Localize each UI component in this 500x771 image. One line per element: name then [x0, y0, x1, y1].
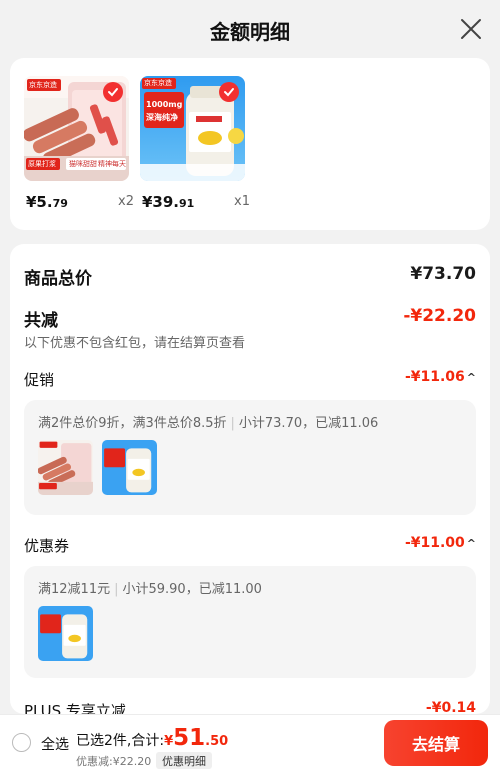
chevron-up-icon: ^: [466, 371, 476, 384]
product-item[interactable]: 京东京造 1000mg 深海纯净 ¥39.91 x1: [140, 76, 250, 211]
snack-product-image: [38, 440, 93, 495]
discount-note: 以下优惠不包含红包，请在结算页查看: [24, 336, 246, 351]
product-brand-label: 京东京造: [29, 81, 57, 89]
page-title: 金额明细: [210, 20, 290, 44]
promotion-product-thumbnail[interactable]: [38, 440, 93, 495]
promotion-row[interactable]: 促销 -¥11.06 ^: [24, 369, 476, 389]
product-quantity: x2: [118, 194, 134, 209]
coupon-value: -¥11.00 ^: [404, 535, 476, 551]
goods-total-row: 商品总价 ¥73.70: [24, 264, 476, 289]
goods-total-label: 商品总价: [24, 269, 92, 289]
product-tag: 猫咪甜甜: [69, 160, 97, 168]
promotion-label: 促销: [24, 371, 55, 389]
product-item[interactable]: 京东京造 原果打浆 猫咪甜甜 精神每天 ¥5.79 x2: [24, 76, 134, 211]
promotion-description: 满2件总价9折，满3件总价8.5折 | 小计73.70，已减11.06: [38, 416, 379, 431]
coupon-product-thumbnail[interactable]: [38, 606, 93, 661]
product-price: ¥5.79: [26, 193, 68, 211]
total-reduction-value: -¥22.20: [403, 306, 476, 326]
price-detail-card: 商品总价 ¥73.70 共减 -¥22.20 以下优惠不包含红包，请在结算页查看…: [10, 244, 490, 714]
product-brand-label: 京东京造: [144, 79, 172, 87]
promotion-value: -¥11.06 ^: [404, 369, 476, 385]
coupon-details: 满12减11元 | 小计59.90，已减11.00: [24, 566, 476, 678]
product-price: ¥39.91: [142, 193, 195, 211]
product-tag: 深海纯净: [146, 113, 178, 122]
selected-check-icon: [103, 82, 123, 102]
select-all-radio[interactable]: [12, 733, 31, 752]
discount-detail-button[interactable]: 优惠明细: [156, 752, 212, 769]
products-card: 京东京造 原果打浆 猫咪甜甜 精神每天 ¥5.79 x2 京东京造 1000mg…: [10, 58, 490, 230]
total-amount: ¥51.50: [164, 725, 229, 751]
checkout-button[interactable]: 去结算: [384, 720, 488, 766]
plus-discount-value: -¥0.14: [425, 700, 476, 714]
product-tag: 原果打浆: [28, 160, 56, 168]
discount-total: 优惠减:¥22.20: [76, 755, 152, 768]
fish-oil-product-image: [38, 606, 93, 661]
coupon-row[interactable]: 优惠券 -¥11.00 ^: [24, 535, 476, 555]
total-reduction-label: 共减: [24, 311, 58, 331]
plus-discount-row: PLUS 专享立减 -¥0.14: [24, 700, 476, 714]
selected-count: 已选2件,合计:: [76, 733, 165, 749]
goods-total-value: ¥73.70: [410, 264, 476, 284]
product-tag: 1000mg: [146, 100, 183, 109]
product-thumbnail[interactable]: 京东京造 原果打浆 猫咪甜甜 精神每天: [24, 76, 129, 181]
promotion-product-thumbnail[interactable]: [102, 440, 157, 495]
order-total: 已选2件,合计:¥51.50: [76, 725, 228, 751]
header: 金额明细: [0, 0, 500, 58]
plus-discount-label: PLUS 专享立减: [24, 702, 126, 714]
chevron-up-icon: ^: [466, 537, 476, 550]
total-reduction-row: 共减 -¥22.20: [24, 306, 476, 331]
product-quantity: x1: [234, 194, 250, 209]
coupon-description: 满12减11元 | 小计59.90，已减11.00: [38, 582, 262, 597]
fish-oil-product-image: [102, 440, 157, 495]
promotion-details: 满2件总价9折，满3件总价8.5折 | 小计73.70，已减11.06: [24, 400, 476, 515]
select-all-label[interactable]: 全选: [41, 734, 69, 754]
coupon-label: 优惠券: [24, 537, 70, 555]
close-icon[interactable]: [460, 18, 482, 40]
product-thumbnail[interactable]: 京东京造 1000mg 深海纯净: [140, 76, 245, 181]
checkout-bar: 全选 已选2件,合计:¥51.50 优惠减:¥22.20 优惠明细 去结算: [0, 714, 500, 771]
product-tag: 精神每天: [98, 160, 126, 168]
selected-check-icon: [219, 82, 239, 102]
